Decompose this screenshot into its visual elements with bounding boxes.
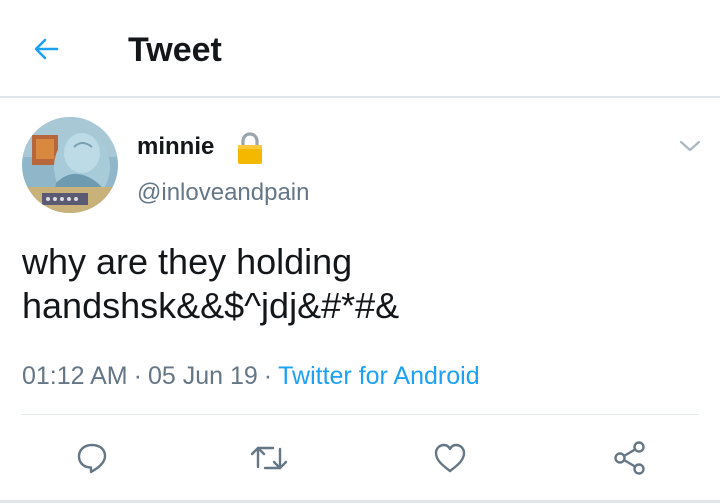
tweet-text-line: handshsk&&$^jdj&#*#& [22, 285, 400, 326]
tweet-time: 01:12 AM [22, 362, 128, 390]
lock-icon [236, 130, 264, 166]
retweet-icon [250, 446, 288, 470]
meta-separator: · [133, 362, 142, 390]
reply-button[interactable] [72, 438, 112, 478]
tweet-meta: 01:12 AM · 05 Jun 19 · Twitter for Android [22, 360, 480, 392]
tweet-actions-bar [0, 430, 720, 486]
share-icon [614, 441, 645, 475]
reply-icon [77, 443, 107, 474]
top-app-bar: Tweet [0, 0, 720, 98]
share-button[interactable] [610, 438, 650, 478]
like-button[interactable] [430, 438, 470, 478]
tweet-text: why are they holding handshsk&&$^jdj&#*#… [22, 240, 692, 328]
arrow-left-icon [34, 38, 59, 60]
back-button[interactable] [22, 25, 70, 73]
tweet-detail-screen: Tweet minnie @inloveandpain why are they… [0, 0, 720, 503]
retweet-button[interactable] [249, 438, 289, 478]
avatar[interactable] [22, 117, 118, 213]
display-name[interactable]: minnie [137, 132, 214, 162]
meta-separator: · [263, 362, 273, 390]
tweet-source-link[interactable]: Twitter for Android [278, 362, 479, 390]
divider [22, 414, 698, 415]
chevron-down-icon [679, 140, 701, 152]
user-handle[interactable]: @inloveandpain [137, 178, 310, 208]
tweet-menu-button[interactable] [676, 132, 704, 160]
tweet-text-line: why are they holding [22, 241, 353, 282]
like-icon [434, 443, 466, 473]
tweet-date: 05 Jun 19 [147, 362, 258, 390]
page-title: Tweet [128, 31, 222, 69]
avatar-image [22, 117, 118, 213]
